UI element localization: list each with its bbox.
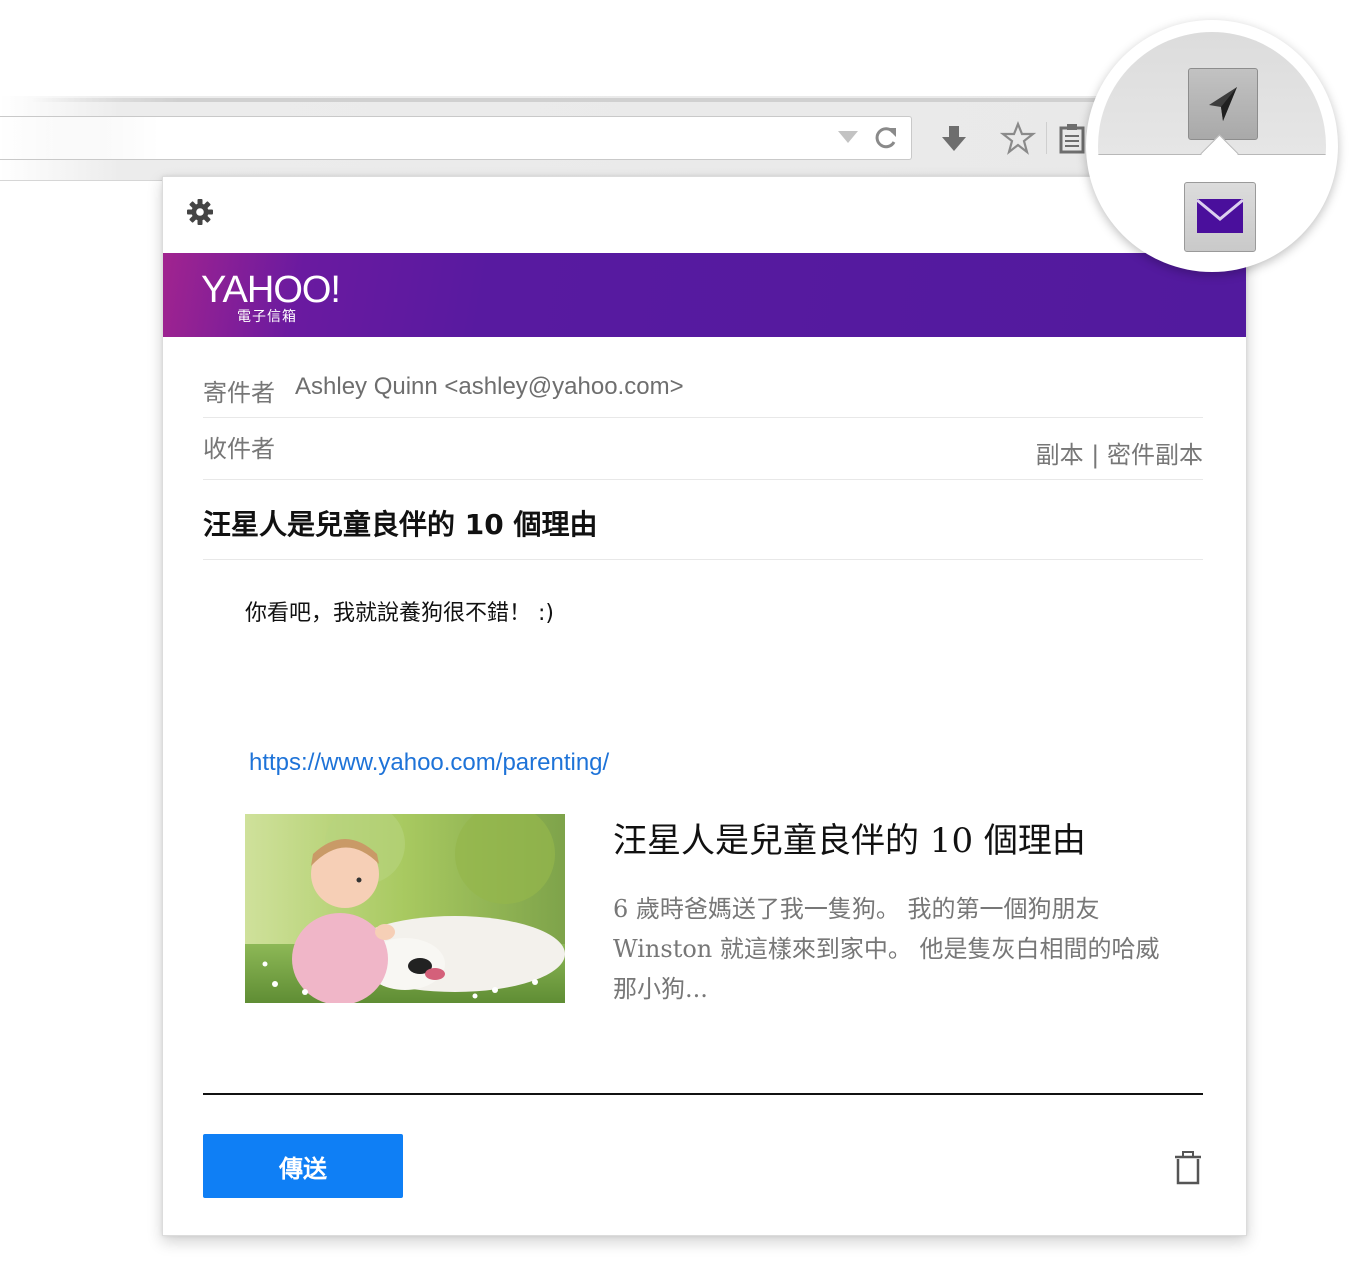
from-label: 寄件者 [203,379,275,407]
cc-bcc-link[interactable]: 副本 | 密件副本 [1036,435,1203,470]
send-plane-icon [1209,87,1237,121]
download-icon[interactable] [936,120,972,156]
send-button[interactable]: 傳送 [203,1134,403,1198]
from-value[interactable]: Ashley Quinn <ashley@yahoo.com> [295,373,684,401]
link-preview-title[interactable]: 汪星人是兒童良伴的 10 個理由 [613,813,1086,862]
bookmark-star-icon[interactable] [1000,120,1036,156]
message-body[interactable]: 你看吧，我就說養狗很不錯！ :) [245,595,554,627]
yahoo-mail-subtitle: 電子信箱 [237,309,297,325]
clipboard-icon[interactable] [1054,120,1090,156]
shared-link[interactable]: https://www.yahoo.com/parenting/ [249,749,609,777]
footer-divider [203,1093,1203,1095]
to-row[interactable]: 收件者 副本 | 密件副本 [203,425,1203,480]
extension-zoom-callout [1086,20,1338,272]
dropdown-arrow-icon[interactable] [838,131,858,143]
toolbar-edge [30,98,1120,102]
mail-extension-button[interactable] [1184,182,1256,252]
subject-field[interactable]: 汪星人是兒童良伴的 10 個理由 [203,503,597,543]
trash-icon[interactable] [1173,1151,1203,1185]
from-row: 寄件者 Ashley Quinn <ashley@yahoo.com> [203,369,1203,418]
to-label: 收件者 [203,435,275,463]
gear-icon[interactable] [185,197,215,227]
link-preview-description: 6 歲時爸媽送了我一隻狗。 我的第一個狗朋友 Winston 就這樣來到家中。 … [613,895,1160,1003]
send-extension-button[interactable] [1188,68,1258,140]
zoom-callout-inner [1098,32,1326,260]
yahoo-mail-banner: YAHOO! 電子信箱 [163,253,1246,337]
baby-with-dog-photo [245,814,565,1003]
compose-popup: YAHOO! 電子信箱 寄件者 Ashley Quinn <ashley@yah… [162,176,1247,1236]
subject-row[interactable]: 汪星人是兒童良伴的 10 個理由 [203,499,1203,560]
address-bar[interactable] [0,116,912,160]
reload-icon[interactable] [872,122,900,154]
toolbar-separator [1046,122,1047,154]
mail-envelope-icon [1196,198,1244,233]
